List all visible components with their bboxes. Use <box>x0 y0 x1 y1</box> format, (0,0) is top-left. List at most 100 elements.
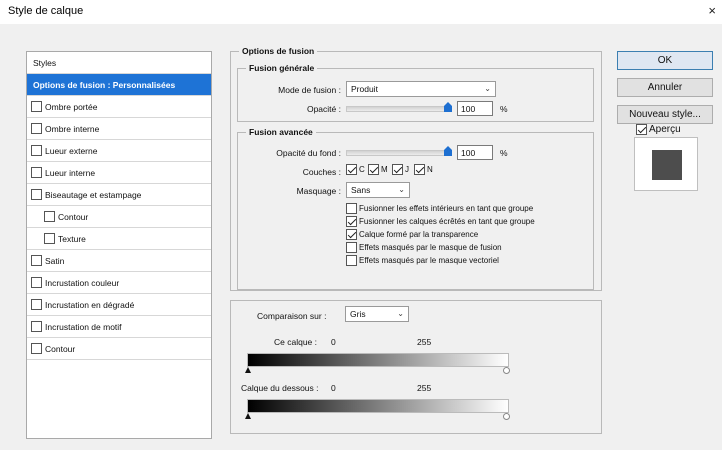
channel-j-box <box>392 164 403 175</box>
vector-mask-hides-effects-checkbox[interactable]: Effets masqués par le masque vectoriel <box>346 255 499 266</box>
styles-item-checkbox[interactable] <box>44 211 55 222</box>
styles-item-label: Lueur interne <box>45 167 96 178</box>
styles-item-checkbox[interactable] <box>31 321 42 332</box>
styles-item-lueur-interne[interactable]: Lueur interne <box>27 162 211 184</box>
advanced-blending-title: Fusion avancée <box>246 127 316 137</box>
transparency-shapes-layer-box <box>346 229 357 240</box>
channels-label: Couches : <box>302 167 341 177</box>
styles-item-checkbox[interactable] <box>31 101 42 112</box>
styles-item-lueur-externe[interactable]: Lueur externe <box>27 140 211 162</box>
underlying-black-slider[interactable] <box>245 413 251 419</box>
channel-m-checkbox[interactable]: M <box>368 164 388 175</box>
styles-item-checkbox[interactable] <box>31 167 42 178</box>
opacity-label: Opacité : <box>306 104 341 114</box>
this-layer-black-slider[interactable] <box>245 367 251 373</box>
styles-item-contour[interactable]: Contour <box>27 338 211 360</box>
styles-item-checkbox[interactable] <box>31 343 42 354</box>
styles-item-incrustation-de-motif[interactable]: Incrustation de motif <box>27 316 211 338</box>
transparency-shapes-layer-checkbox[interactable]: Calque formé par la transparence <box>346 229 478 240</box>
styles-item-incrustation-en-degrade[interactable]: Incrustation en dégradé <box>27 294 211 316</box>
layer-mask-hides-effects-label: Effets masqués par le masque de fusion <box>359 243 502 252</box>
this-layer-label: Ce calque : <box>274 337 317 347</box>
preview-swatch <box>652 150 682 180</box>
channel-c-checkbox[interactable]: C <box>346 164 365 175</box>
styles-item-satin[interactable]: Satin <box>27 250 211 272</box>
styles-item-blending-options[interactable]: Options de fusion : Personnalisées <box>27 74 211 96</box>
channel-j-label: J <box>405 165 409 174</box>
blend-clipped-layers-label: Fusionner les calques écrêtés en tant qu… <box>359 217 535 226</box>
this-layer-gradient <box>247 353 509 367</box>
underlying-min-value: 0 <box>331 383 336 393</box>
blending-options-title: Options de fusion <box>239 46 318 56</box>
opacity-slider-thumb[interactable] <box>444 102 452 112</box>
fill-opacity-label: Opacité du fond : <box>276 148 341 158</box>
chevron-down-icon: ⌄ <box>484 84 491 93</box>
styles-item-ombre-interne[interactable]: Ombre interne <box>27 118 211 140</box>
blend-if-value: Gris <box>350 309 366 319</box>
vector-mask-hides-effects-label: Effets masqués par le masque vectoriel <box>359 256 499 265</box>
this-layer-min-value: 0 <box>331 337 336 347</box>
styles-item-label: Options de fusion : Personnalisées <box>33 79 176 90</box>
preview-label: Aperçu <box>649 124 681 135</box>
styles-item-contour[interactable]: Contour <box>27 206 211 228</box>
vector-mask-hides-effects-box <box>346 255 357 266</box>
channel-j-checkbox[interactable]: J <box>392 164 409 175</box>
styles-item-label: Biseautage et estampage <box>45 189 142 200</box>
opacity-input[interactable]: 100 <box>457 101 493 116</box>
knockout-value: Sans <box>351 185 371 195</box>
styles-item-biseautage-et-estampage[interactable]: Biseautage et estampage <box>27 184 211 206</box>
channel-n-checkbox[interactable]: N <box>414 164 433 175</box>
channel-n-label: N <box>427 165 433 174</box>
styles-header[interactable]: Styles <box>27 52 211 74</box>
styles-item-incrustation-couleur[interactable]: Incrustation couleur <box>27 272 211 294</box>
preview-checkbox[interactable]: Aperçu <box>636 124 681 135</box>
styles-item-label: Ombre portée <box>45 101 98 112</box>
blend-interior-effects-label: Fusionner les effets intérieurs en tant … <box>359 204 534 213</box>
fill-opacity-slider-thumb[interactable] <box>444 146 452 156</box>
styles-item-label: Texture <box>58 233 86 244</box>
blend-if-select[interactable]: Gris ⌄ <box>345 306 409 322</box>
styles-item-checkbox[interactable] <box>44 233 55 244</box>
blend-clipped-layers-checkbox[interactable]: Fusionner les calques écrêtés en tant qu… <box>346 216 535 227</box>
blending-options-group: Options de fusion Fusion générale Mode d… <box>230 46 602 291</box>
styles-item-label: Lueur externe <box>45 145 98 156</box>
fill-opacity-unit: % <box>500 148 508 158</box>
styles-item-checkbox[interactable] <box>31 277 42 288</box>
window-title: Style de calque <box>8 5 84 17</box>
underlying-white-slider[interactable] <box>503 413 510 420</box>
ok-button[interactable]: OK <box>617 51 713 70</box>
blend-clipped-layers-box <box>346 216 357 227</box>
layer-mask-hides-effects-checkbox[interactable]: Effets masqués par le masque de fusion <box>346 242 502 253</box>
underlying-gradient <box>247 399 509 413</box>
blend-interior-effects-checkbox[interactable]: Fusionner les effets intérieurs en tant … <box>346 203 533 214</box>
styles-item-checkbox[interactable] <box>31 145 42 156</box>
fill-opacity-slider[interactable] <box>346 150 450 156</box>
styles-item-checkbox[interactable] <box>31 299 42 310</box>
preview-box <box>636 124 647 135</box>
new-style-button[interactable]: Nouveau style... <box>617 105 713 124</box>
styles-item-label: Contour <box>45 343 76 354</box>
fill-opacity-input[interactable]: 100 <box>457 145 493 160</box>
cancel-button[interactable]: Annuler <box>617 78 713 97</box>
blend-mode-label: Mode de fusion : <box>278 85 341 95</box>
styles-item-checkbox[interactable] <box>31 123 42 134</box>
styles-item-label: Contour <box>58 211 89 222</box>
blend-mode-select[interactable]: Produit ⌄ <box>346 81 496 97</box>
channel-m-box <box>368 164 379 175</box>
styles-item-checkbox[interactable] <box>31 189 42 200</box>
styles-header-label: Styles <box>33 57 57 68</box>
underlying-max-value: 255 <box>417 383 432 393</box>
knockout-label: Masquage : <box>296 186 341 196</box>
knockout-select[interactable]: Sans ⌄ <box>346 182 410 198</box>
underlying-layer-label: Calque du dessous : <box>241 383 319 393</box>
general-blending-title: Fusion générale <box>246 63 318 73</box>
styles-item-checkbox[interactable] <box>31 255 42 266</box>
styles-item-ombre-portee[interactable]: Ombre portée <box>27 96 211 118</box>
close-icon[interactable]: × <box>708 3 716 18</box>
this-layer-white-slider[interactable] <box>503 367 510 374</box>
blend-mode-value: Produit <box>351 84 378 94</box>
chevron-down-icon: ⌄ <box>398 185 405 194</box>
styles-item-texture[interactable]: Texture <box>27 228 211 250</box>
chevron-down-icon: ⌄ <box>397 309 404 318</box>
opacity-slider[interactable] <box>346 106 450 112</box>
